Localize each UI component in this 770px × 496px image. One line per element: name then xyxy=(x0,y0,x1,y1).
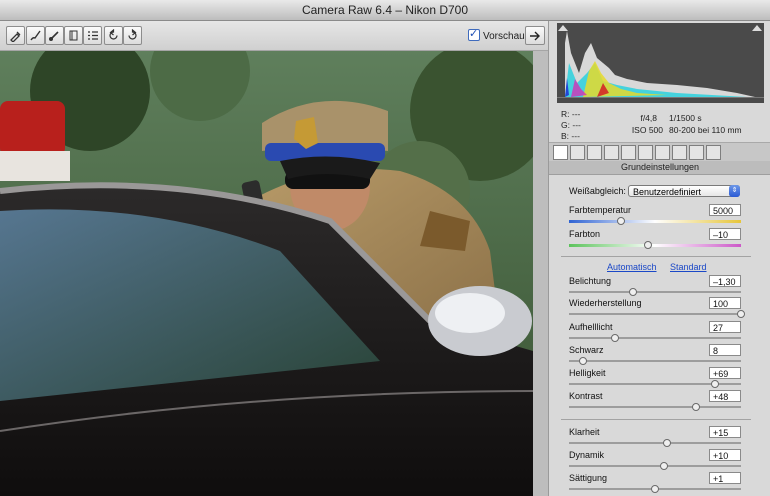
slider-thumb[interactable] xyxy=(651,485,659,493)
section-title: Grundeinstellungen xyxy=(549,161,770,175)
r-value: --- xyxy=(571,109,581,119)
slider-label: Klarheit xyxy=(569,427,600,437)
slider-thumb[interactable] xyxy=(578,357,587,365)
g-label: G: xyxy=(561,120,570,130)
slider-label: Dynamik xyxy=(569,450,605,460)
fullscreen-button[interactable] xyxy=(525,26,545,45)
shadow-clipping-icon[interactable] xyxy=(558,25,568,31)
slider-value-input[interactable]: +1 xyxy=(709,472,741,484)
slider-value-input[interactable]: 27 xyxy=(709,321,741,333)
tab-basic-icon[interactable] xyxy=(553,145,568,160)
b-label: B: xyxy=(561,131,570,141)
lens-info: 80-200 bei 110 mm xyxy=(669,125,742,135)
slider-track[interactable] xyxy=(569,291,741,293)
preferences-list-icon[interactable] xyxy=(83,26,102,45)
slider-value-input[interactable]: +15 xyxy=(709,426,741,438)
slider-thumb[interactable] xyxy=(628,288,637,296)
r-label: R: xyxy=(561,109,570,119)
slider-label: Belichtung xyxy=(569,276,612,286)
tab-lens-icon[interactable] xyxy=(638,145,653,160)
spot-removal-icon[interactable] xyxy=(45,26,64,45)
slider-thumb[interactable] xyxy=(711,380,720,388)
slider-label: Wiederherstellung xyxy=(569,298,642,308)
adjustment-panel: R: --- G: --- B: --- f/4,8 1/1500 s ISO … xyxy=(548,21,770,496)
toolbar: Vorschau xyxy=(0,21,548,51)
slider-thumb[interactable] xyxy=(737,310,745,318)
slider-track[interactable] xyxy=(569,406,741,408)
auto-link[interactable]: Automatisch xyxy=(607,262,657,272)
slider-track[interactable] xyxy=(569,244,741,247)
tab-camera-calibration-icon[interactable] xyxy=(672,145,687,160)
panel-tabs xyxy=(549,142,770,162)
image-gutter xyxy=(533,51,548,496)
slider-track[interactable] xyxy=(569,360,741,362)
slider-thumb[interactable] xyxy=(663,439,672,447)
slider-value-input[interactable]: 100 xyxy=(709,297,741,309)
divider xyxy=(561,419,751,420)
rgb-readout: R: --- G: --- B: --- xyxy=(561,109,581,142)
slider-label: Schwarz xyxy=(569,345,604,355)
tab-effects-icon[interactable] xyxy=(655,145,670,160)
slider-thumb[interactable] xyxy=(644,241,653,249)
slider-value-input[interactable]: –10 xyxy=(709,228,741,240)
fullscreen-icon xyxy=(530,31,540,41)
slider-track[interactable] xyxy=(569,465,741,467)
slider-value-input[interactable]: +69 xyxy=(709,367,741,379)
iso: ISO 500 xyxy=(631,125,663,135)
slider-label: Kontrast xyxy=(569,391,603,401)
slider-value-input[interactable]: +48 xyxy=(709,390,741,402)
slider-thumb[interactable] xyxy=(611,334,620,342)
g-value: --- xyxy=(572,120,581,130)
slider-track[interactable] xyxy=(569,337,741,339)
slider-track[interactable] xyxy=(569,220,741,223)
rotate-left-icon[interactable] xyxy=(104,26,123,45)
histogram xyxy=(557,23,764,103)
slider-label: Farbton xyxy=(569,229,601,239)
slider-label: Helligkeit xyxy=(569,368,606,378)
rotate-right-icon[interactable] xyxy=(123,26,142,45)
tab-snapshots-icon[interactable] xyxy=(706,145,721,160)
slider-thumb[interactable] xyxy=(616,217,625,225)
white-balance-label: Weißabgleich: xyxy=(569,186,626,196)
brush-tool-icon[interactable] xyxy=(26,26,45,45)
preview-checkbox[interactable]: Vorschau xyxy=(468,27,525,42)
tab-tone-curve-icon[interactable] xyxy=(570,145,585,160)
highlight-clipping-icon[interactable] xyxy=(752,25,762,31)
slider-track[interactable] xyxy=(569,313,741,315)
slider-value-input[interactable]: –1,30 xyxy=(709,275,741,287)
slider-thumb[interactable] xyxy=(692,403,701,411)
slider-track[interactable] xyxy=(569,442,741,444)
preview-label: Vorschau xyxy=(483,31,525,42)
tab-presets-icon[interactable] xyxy=(689,145,704,160)
slider-label: Aufhelllicht xyxy=(569,322,613,332)
slider-value-input[interactable]: +10 xyxy=(709,449,741,461)
white-balance-select[interactable]: Benutzerdefiniert ⇕ xyxy=(628,185,740,197)
tab-detail-icon[interactable] xyxy=(587,145,602,160)
white-balance-value: Benutzerdefiniert xyxy=(633,187,702,197)
window-title: Camera Raw 6.4 – Nikon D700 xyxy=(0,0,770,21)
shutter-speed: 1/1500 s xyxy=(669,113,702,123)
adjustment-brush-icon[interactable] xyxy=(64,26,83,45)
tab-split-toning-icon[interactable] xyxy=(621,145,636,160)
divider xyxy=(561,256,751,257)
b-value: --- xyxy=(571,131,580,141)
dropdown-arrow-icon: ⇕ xyxy=(729,185,740,197)
slider-thumb[interactable] xyxy=(659,462,668,470)
default-link[interactable]: Standard xyxy=(670,262,707,272)
slider-label: Sättigung xyxy=(569,473,608,483)
aperture: f/4,8 xyxy=(640,113,657,123)
image-preview[interactable] xyxy=(0,51,533,496)
slider-value-input[interactable]: 8 xyxy=(709,344,741,356)
slider-value-input[interactable]: 5000 xyxy=(709,204,741,216)
slider-label: Farbtemperatur xyxy=(569,205,632,215)
tab-hsl-icon[interactable] xyxy=(604,145,619,160)
checkbox-icon[interactable] xyxy=(468,27,480,41)
eyedropper-tool-icon[interactable] xyxy=(6,26,25,45)
